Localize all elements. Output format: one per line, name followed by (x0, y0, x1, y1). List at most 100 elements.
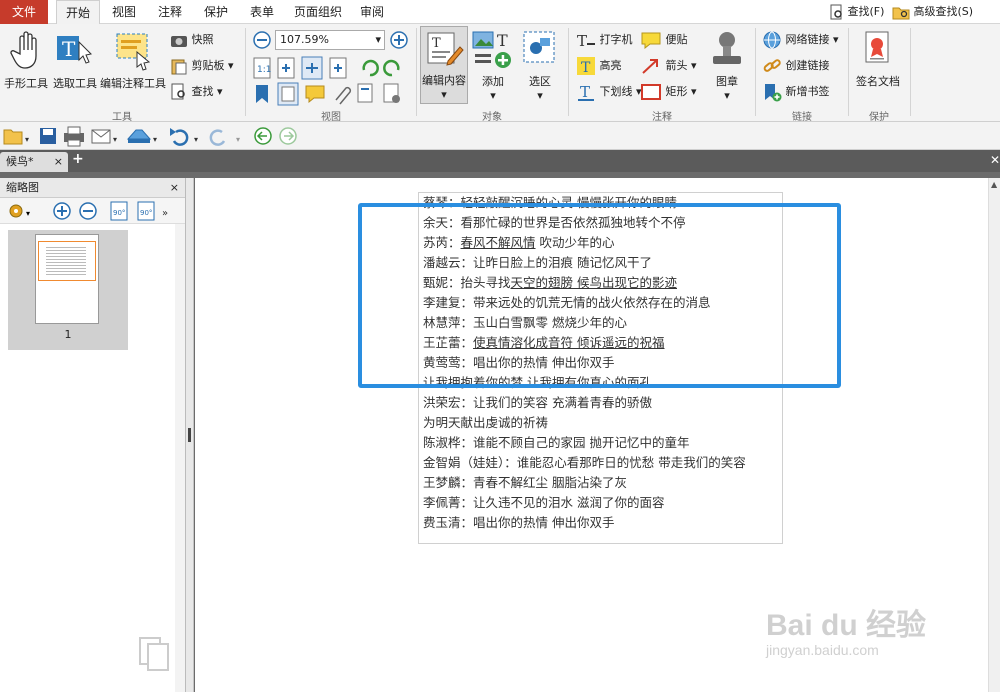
clipboard-button[interactable]: 剪贴板 ▾ (170, 56, 234, 76)
find-ribbon-button[interactable]: 查找 ▾ (170, 82, 223, 102)
snapshot-button[interactable]: 快照 (170, 30, 214, 50)
ribbon: 手形工具 T 选取工具 编辑注释工具 快照 剪贴板 ▾ 查找 ▾ 工具 107.… (0, 24, 1000, 123)
panel-title: 缩略图 (6, 181, 39, 194)
svg-text:▾: ▾ (113, 135, 117, 144)
sign-document-icon (865, 31, 889, 63)
stamp-button[interactable]: 图章 ▾ (704, 28, 750, 102)
edit-content-button[interactable]: T 编辑内容 ▾ (420, 26, 468, 104)
highlight-icon: T (577, 57, 595, 76)
divider (755, 28, 756, 116)
globe-icon (763, 31, 781, 49)
divider (568, 28, 569, 116)
highlight-button[interactable]: T 高亮 (576, 56, 622, 76)
watermark-logo: Bai du 经验 (766, 609, 927, 642)
hand-tool-button[interactable]: 手形工具 (2, 28, 50, 91)
web-link-label: 网络链接 (785, 33, 830, 46)
document-tab[interactable]: 候鸟* × (0, 152, 68, 172)
arrow-button[interactable]: 箭头 ▾ (640, 56, 697, 76)
group-label-object: 对象 (482, 112, 502, 123)
svg-text:▾: ▾ (26, 209, 30, 218)
forward-icon (279, 127, 297, 145)
snapshot-label: 快照 (191, 33, 214, 46)
chevron-down-icon: ▾ (228, 59, 234, 72)
svg-text:1:1: 1:1 (257, 65, 271, 75)
undo-icon (170, 128, 189, 146)
note-button[interactable]: 便贴 (640, 30, 688, 50)
zoom-out-button[interactable] (252, 30, 272, 53)
save-icon (40, 128, 56, 144)
panel-scrollbar[interactable] (175, 224, 185, 692)
close-icon[interactable]: ✕ (990, 153, 1000, 167)
advanced-find-button[interactable]: 高级查找(S) (892, 0, 973, 24)
menu-file[interactable]: 文件 (0, 0, 48, 24)
scroll-up-icon[interactable]: ▲ (991, 180, 997, 189)
note-icon (641, 32, 661, 49)
chevron-down-icon: ▾ (691, 59, 697, 72)
menu-tab-view[interactable]: 视图 (104, 0, 144, 24)
rectangle-icon (641, 84, 661, 100)
vertical-scrollbar[interactable]: ▲ (988, 178, 1000, 692)
create-link-label: 创建链接 (785, 59, 830, 72)
group-label-protect: 保护 (869, 112, 889, 123)
find-label: 查找(F) (847, 5, 885, 18)
panel-splitter[interactable] (186, 178, 194, 692)
find-ribbon-label: 查找 (191, 85, 214, 98)
hand-icon (10, 31, 37, 69)
print-icon (64, 126, 84, 147)
menu-tab-organize[interactable]: 页面组织 (288, 0, 348, 24)
svg-text:90°: 90° (140, 209, 152, 217)
chevron-down-icon: ▾ (724, 89, 730, 102)
highlight-box (358, 203, 841, 388)
panel-tool-icons: ▾ 90° 90° » (9, 201, 168, 221)
annot-select-icon (116, 33, 151, 71)
zoom-out-icon (253, 31, 271, 49)
arrow-label: 箭头 (665, 59, 688, 72)
highlight-label: 高亮 (599, 59, 622, 72)
underline-label: 下划线 (599, 85, 633, 98)
document-tab-bar: 候鸟* × + ✕ (0, 150, 1000, 172)
menu-tab-protect[interactable]: 保护 (196, 0, 236, 24)
underline-button[interactable]: T 下划线 ▾ (576, 82, 642, 102)
zoom-select[interactable]: 107.59% ▾ (275, 30, 385, 50)
splitter-handle[interactable] (188, 428, 191, 442)
note-label: 便贴 (665, 33, 688, 46)
web-link-button[interactable]: 网络链接 ▾ (762, 30, 839, 50)
close-tab-icon[interactable]: × (54, 152, 63, 172)
menu-tab-comment[interactable]: 注释 (150, 0, 190, 24)
page-thumbnail[interactable]: 1 (8, 230, 128, 350)
menu-tab-form[interactable]: 表单 (242, 0, 282, 24)
sign-document-button[interactable]: 签名文档 (852, 28, 904, 89)
close-panel-icon[interactable]: × (170, 178, 179, 198)
clipboard-label: 剪贴板 (191, 59, 225, 72)
menu-tab-review[interactable]: 审阅 (352, 0, 392, 24)
chevron-down-icon: ▾ (490, 89, 496, 102)
arrow-icon (642, 59, 658, 74)
add-bookmark-button[interactable]: 新增书签 (762, 82, 830, 102)
annot-select-tool-button[interactable]: 编辑注释工具 (100, 28, 166, 91)
zoom-in-button[interactable] (389, 30, 409, 53)
select-tool-button[interactable]: T 选取工具 (50, 28, 100, 91)
menu-tab-home[interactable]: 开始 (56, 0, 100, 25)
svg-text:90°: 90° (113, 209, 125, 217)
new-tab-button[interactable]: + (72, 151, 84, 167)
clipboard-icon (171, 59, 187, 75)
annot-select-tool-label: 编辑注释工具 (100, 77, 166, 90)
find-button[interactable]: 查找(F) (828, 0, 884, 24)
chevron-down-icon: ▾ (537, 89, 543, 102)
thumbnail-page-number: 1 (64, 328, 72, 341)
select-area-button[interactable]: 选区 ▾ (518, 28, 562, 102)
email-icon (91, 129, 111, 144)
svg-text:▾: ▾ (194, 135, 198, 144)
rectangle-label: 矩形 (665, 85, 688, 98)
edit-content-label: 编辑内容 (422, 74, 466, 87)
select-area-label: 选区 (529, 75, 551, 88)
hand-tool-label: 手形工具 (4, 77, 48, 90)
document-tab-name: 候鸟 (6, 155, 28, 168)
add-button[interactable]: T 添加 ▾ (470, 28, 516, 102)
typewriter-button[interactable]: T 打字机 (576, 30, 633, 50)
divider (910, 28, 911, 116)
rectangle-button[interactable]: 矩形 ▾ (640, 82, 697, 102)
divider (245, 28, 246, 116)
panel-header: 缩略图 × (0, 178, 185, 198)
create-link-button[interactable]: 创建链接 (762, 56, 830, 76)
